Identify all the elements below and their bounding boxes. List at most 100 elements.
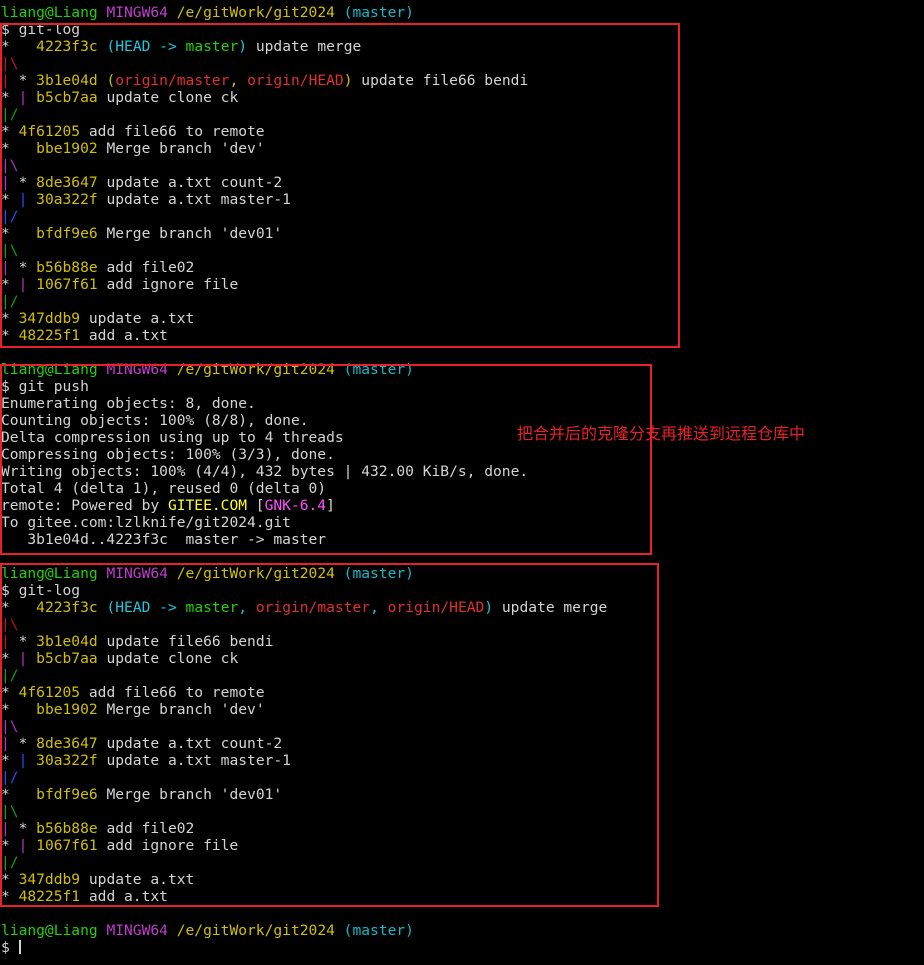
terminal-text-segment: update clone ck (106, 89, 239, 106)
terminal-line: * bbe1902 Merge branch 'dev' (1, 701, 921, 718)
terminal-text-segment: [ (247, 497, 265, 514)
terminal-text-segment: bbe1902 (36, 140, 107, 157)
terminal-text-segment: |/ (1, 854, 19, 871)
terminal-text-segment: Enumerating objects: 8, done. (1, 395, 256, 412)
terminal-text-segment: b5cb7aa (36, 650, 107, 667)
terminal-text-segment: * (1, 191, 19, 208)
terminal-line: * | 1067f61 add ignore file (1, 837, 921, 854)
terminal-text-segment: (master) (343, 565, 414, 582)
terminal-text-segment: add file66 to remote (88, 123, 265, 140)
terminal-line: $ git-log (1, 21, 921, 38)
terminal-line: |/ (1, 667, 921, 684)
terminal-text-segment: origin/HEAD (247, 72, 344, 89)
terminal-text-segment: $ git-log (1, 21, 81, 38)
terminal-text-segment: To gitee.com:lzlknife/git2024.git (1, 514, 291, 531)
terminal-line: * | 1067f61 add ignore file (1, 276, 921, 293)
terminal-text-segment: master (185, 38, 239, 55)
terminal-text-segment: * (1, 786, 37, 803)
terminal-text-segment: update a.txt count-2 (106, 735, 283, 752)
terminal-text-segment: |/ (1, 208, 19, 225)
terminal-text-segment: 3b1e04d..4223f3c master -> master (1, 531, 327, 548)
terminal-text-segment: * (1, 871, 19, 888)
terminal-output[interactable]: liang@Liang MINGW64 /e/gitWork/git2024 (… (1, 4, 921, 956)
terminal-text-segment: 347ddb9 (18, 310, 89, 327)
terminal-text-segment: update a.txt (88, 871, 195, 888)
terminal-line: | * b56b88e add file02 (1, 259, 921, 276)
terminal-text-segment: bbe1902 (36, 701, 107, 718)
terminal-text-segment: (master) (343, 922, 414, 939)
terminal-line: * 4f61205 add file66 to remote (1, 684, 921, 701)
terminal-text-segment: master (185, 599, 239, 616)
terminal-text-segment: * (1, 599, 37, 616)
terminal-text-segment: update merge (247, 38, 362, 55)
terminal-text-segment: Delta compression using up to 4 threads (1, 429, 344, 446)
terminal-text-segment: (master) (343, 4, 414, 21)
terminal-line: |/ (1, 208, 921, 225)
terminal-text-segment: update merge (493, 599, 608, 616)
terminal-text-segment: * (9, 633, 37, 650)
terminal-line: |\ (1, 55, 921, 72)
terminal-text-segment: * (1, 38, 37, 55)
terminal-text-segment: ) (343, 72, 353, 89)
terminal-line: * 48225f1 add a.txt (1, 327, 921, 344)
terminal-text-segment: update file66 bendi (352, 72, 529, 89)
terminal-text-segment: MINGW64 (106, 922, 177, 939)
terminal-text-segment: origin/master (255, 599, 371, 616)
terminal-line: | * 8de3647 update a.txt count-2 (1, 735, 921, 752)
terminal-text-segment: | (18, 191, 37, 208)
terminal-text-segment: MINGW64 (106, 361, 177, 378)
terminal-text-segment: * (1, 327, 19, 344)
terminal-line: |\ (1, 242, 921, 259)
terminal-text-segment: Merge branch 'dev' (106, 140, 265, 157)
terminal-text-segment: |/ (1, 293, 19, 310)
terminal-line: liang@Liang MINGW64 /e/gitWork/git2024 (… (1, 922, 921, 939)
terminal-text-segment: Merge branch 'dev' (106, 701, 265, 718)
terminal-line: * | b5cb7aa update clone ck (1, 650, 921, 667)
terminal-text-segment: b5cb7aa (36, 89, 107, 106)
terminal-text-segment: update a.txt master-1 (106, 752, 291, 769)
terminal-text-segment: 48225f1 (18, 888, 89, 905)
terminal-text-segment: * (1, 140, 37, 157)
terminal-line: Enumerating objects: 8, done. (1, 395, 921, 412)
terminal-text-segment: , (238, 599, 256, 616)
terminal-text-segment: 4f61205 (18, 123, 89, 140)
terminal-text-segment: /e/gitWork/git2024 (176, 4, 344, 21)
terminal-text-segment: * (1, 752, 19, 769)
terminal-line: |/ (1, 293, 921, 310)
terminal-text-segment: liang@Liang (1, 922, 107, 939)
terminal-text-segment: update file66 bendi (106, 633, 274, 650)
terminal-text-segment: * (1, 650, 19, 667)
terminal-text-segment: |\ (1, 803, 19, 820)
terminal-line: To gitee.com:lzlknife/git2024.git (1, 514, 921, 531)
terminal-line: |/ (1, 854, 921, 871)
terminal-text-segment: liang@Liang (1, 361, 107, 378)
terminal-text-segment: 3b1e04d (36, 72, 107, 89)
terminal-text-segment: * (1, 276, 19, 293)
terminal-line: * bfdf9e6 Merge branch 'dev01' (1, 225, 921, 242)
terminal-text-segment: |/ (1, 667, 19, 684)
terminal-text-segment: | (1, 820, 10, 837)
terminal-line: |/ (1, 769, 921, 786)
terminal-text-segment: * (9, 174, 37, 191)
terminal-line: |\ (1, 803, 921, 820)
terminal-line: $ git push (1, 378, 921, 395)
terminal-text-segment: add file02 (106, 259, 195, 276)
terminal-text-segment: (master) (343, 361, 414, 378)
terminal-text-segment: 30a322f (36, 191, 107, 208)
annotation-note: 把合并后的克隆分支再推送到远程仓库中 (517, 424, 806, 443)
terminal-line: * 4223f3c (HEAD -> master, origin/master… (1, 599, 921, 616)
terminal-line: | * b56b88e add file02 (1, 820, 921, 837)
terminal-text-segment: ) (238, 38, 248, 55)
terminal-line: * 4f61205 add file66 to remote (1, 123, 921, 140)
terminal-line: Compressing objects: 100% (3/3), done. (1, 446, 921, 463)
terminal-line: liang@Liang MINGW64 /e/gitWork/git2024 (… (1, 361, 921, 378)
terminal-line: $ (1, 939, 921, 956)
terminal-text-segment: 347ddb9 (18, 871, 89, 888)
terminal-text-segment: update clone ck (106, 650, 239, 667)
terminal-text-segment: Merge branch 'dev01' (106, 786, 283, 803)
terminal-line: |/ (1, 106, 921, 123)
terminal-text-segment: | (1, 72, 10, 89)
terminal-line: $ git-log (1, 582, 921, 599)
terminal-text-segment: GITEE.COM (167, 497, 248, 514)
